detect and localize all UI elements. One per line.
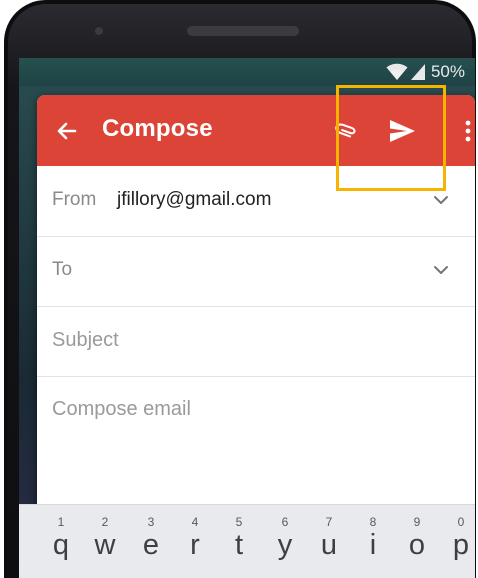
signal-icon [410,63,426,81]
subject-input[interactable]: Subject [52,329,119,352]
key-o[interactable]: 9 o [395,505,439,578]
chevron-down-icon[interactable] [432,193,450,207]
key-label: u [320,529,338,561]
subject-row[interactable]: Subject [37,306,475,377]
back-button[interactable] [53,117,81,145]
key-label: o [408,529,426,561]
key-p[interactable]: 0 p [439,505,475,578]
phone-screen: 50% Compose From jfillory@gmail.com To S… [19,58,475,578]
key-q[interactable]: 1 q [39,505,83,578]
to-row[interactable]: To [37,236,475,307]
phone-device: 50% Compose From jfillory@gmail.com To S… [4,0,476,578]
from-account[interactable]: jfillory@gmail.com [117,189,271,211]
more-options-button[interactable] [461,115,475,147]
key-label: t [234,529,244,561]
key-i[interactable]: 8 i [351,505,395,578]
status-bar: 50% [19,58,475,86]
send-icon [390,120,415,142]
key-t[interactable]: 5 t [217,505,261,578]
compose-toolbar: Compose [37,95,475,166]
key-label: e [142,529,160,561]
screenshot-stage: 50% Compose From jfillory@gmail.com To S… [0,0,478,578]
from-row[interactable]: From jfillory@gmail.com [37,166,475,237]
key-hint: 2 [101,515,109,529]
key-hint: 5 [235,515,243,529]
wifi-icon [386,63,408,81]
key-hint: 7 [325,515,333,529]
key-label: i [369,529,377,561]
body-input[interactable]: Compose email [52,398,191,421]
key-r[interactable]: 4 r [173,505,217,578]
key-label: r [190,529,200,561]
key-y[interactable]: 6 y [263,505,307,578]
key-hint: 3 [147,515,155,529]
back-arrow-icon [57,122,77,140]
key-hint: 8 [369,515,377,529]
key-w[interactable]: 2 w [83,505,127,578]
page-title: Compose [102,115,213,142]
battery-percent: 50% [430,62,465,81]
earpiece-speaker [187,26,299,36]
soft-keyboard: 1 q 2 w 3 e 4 r 5 t 6 y 7 u 8 i 9 o 0 p [19,504,475,578]
key-hint: 1 [57,515,65,529]
key-hint: 9 [413,515,421,529]
key-hint: 0 [457,515,465,529]
chevron-down-icon[interactable] [432,263,450,277]
to-field[interactable]: To [52,259,72,281]
key-e[interactable]: 3 e [129,505,173,578]
front-camera [93,25,105,37]
key-label: w [94,529,116,561]
key-label: p [452,529,470,561]
send-button[interactable] [387,116,417,146]
from-label: From [52,189,97,210]
attach-button[interactable] [332,117,360,145]
status-icons: 50% [386,62,465,82]
key-label: q [52,529,70,561]
key-hint: 4 [191,515,199,529]
key-label: y [277,529,293,561]
more-vert-icon [465,120,471,142]
paperclip-icon [335,123,356,138]
key-hint: 6 [281,515,289,529]
key-u[interactable]: 7 u [307,505,351,578]
